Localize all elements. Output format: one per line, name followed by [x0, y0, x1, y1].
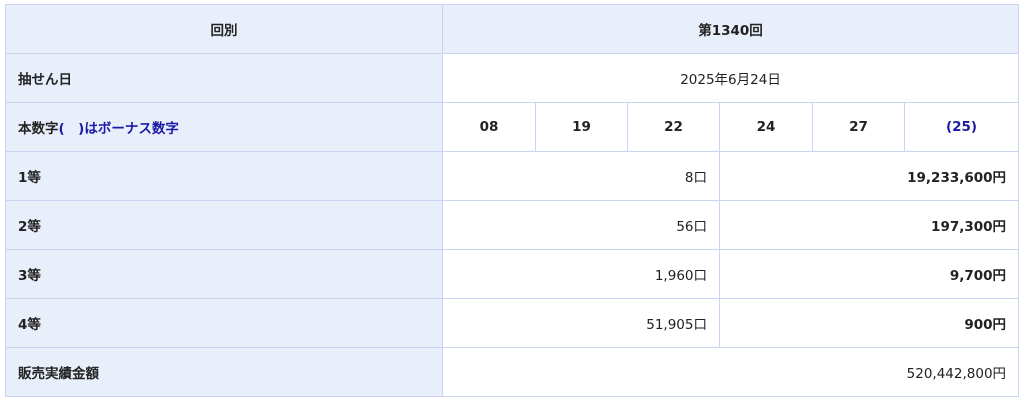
main-number-1: 08 — [442, 102, 536, 152]
prize-rank: 4等 — [5, 298, 443, 348]
prize-rank: 3等 — [5, 249, 443, 299]
sales-label: 販売実績金額 — [5, 347, 443, 397]
main-number-3: 22 — [627, 102, 720, 152]
draw-number-label: 回別 — [5, 4, 443, 54]
bonus-numbers-note: ( )はボーナス数字 — [58, 121, 179, 137]
prize-winners: 8口 — [442, 151, 720, 201]
prize-amount: 900円 — [718, 298, 1020, 348]
row-draw-date: 抽せん日 2025年6月24日 — [5, 53, 1020, 103]
row-draw-number: 回別 第1340回 — [5, 4, 1020, 54]
row-winning-numbers: 本数字( )はボーナス数字 08 19 22 24 27 (25) — [5, 102, 1020, 152]
main-number-5: 27 — [812, 102, 905, 152]
prize-winners: 51,905口 — [442, 298, 720, 348]
draw-date-value: 2025年6月24日 — [441, 53, 1020, 103]
draw-number-value: 第1340回 — [441, 4, 1020, 54]
prize-winners: 56口 — [442, 200, 720, 250]
row-prize-2: 2等 56口 197,300円 — [5, 200, 1020, 250]
sales-value: 520,442,800円 — [441, 347, 1020, 397]
row-prize-4: 4等 51,905口 900円 — [5, 298, 1020, 348]
prize-amount: 19,233,600円 — [718, 151, 1020, 201]
main-number-4: 24 — [719, 102, 813, 152]
main-numbers-label: 本数字 — [18, 121, 59, 137]
main-number-2: 19 — [535, 102, 628, 152]
row-prize-1: 1等 8口 19,233,600円 — [5, 151, 1020, 201]
winning-numbers-label: 本数字( )はボーナス数字 — [5, 102, 443, 152]
prize-amount: 9,700円 — [718, 249, 1020, 299]
bonus-number: (25) — [903, 102, 1020, 152]
prize-amount: 197,300円 — [718, 200, 1020, 250]
draw-date-label: 抽せん日 — [5, 53, 443, 103]
prize-rank: 1等 — [5, 151, 443, 201]
row-prize-3: 3等 1,960口 9,700円 — [5, 249, 1020, 299]
prize-rank: 2等 — [5, 200, 443, 250]
prize-winners: 1,960口 — [442, 249, 720, 299]
results-table-container: 回別 第1340回 抽せん日 2025年6月24日 本数字( )はボーナス数字 … — [5, 4, 1020, 397]
row-sales: 販売実績金額 520,442,800円 — [5, 347, 1020, 397]
lottery-results-table: 回別 第1340回 抽せん日 2025年6月24日 本数字( )はボーナス数字 … — [5, 4, 1020, 397]
